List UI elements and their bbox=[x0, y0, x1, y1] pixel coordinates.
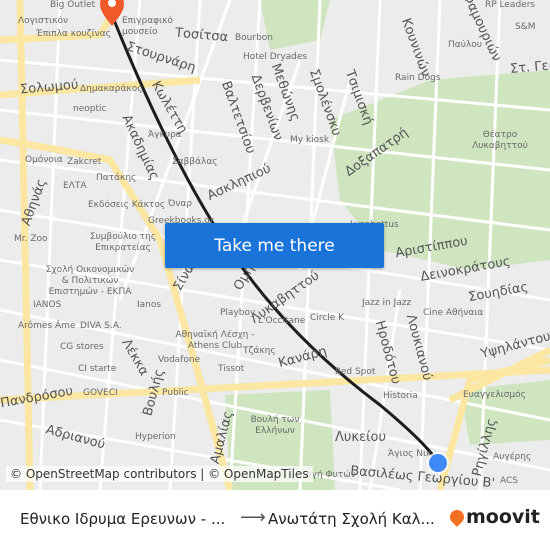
place-label: Θέατρο Λυκαβηττού bbox=[472, 130, 528, 151]
place-label: L'Occitane bbox=[258, 316, 306, 326]
place-label: DIVA S.A. bbox=[80, 321, 122, 331]
place-label: Playboy bbox=[220, 308, 256, 318]
place-label: Ευαγγελισμός bbox=[463, 390, 526, 400]
place-label: Mr. Zoo bbox=[14, 234, 48, 244]
place-label: Rain Dogs bbox=[395, 73, 441, 83]
place-label: IANOS bbox=[33, 300, 62, 310]
place-label: Bourbon bbox=[235, 33, 274, 43]
route-footer: Εθνικο Ιδρυμα Ερευνων - ... ⟶ Ανωτάτη Σχ… bbox=[0, 490, 550, 550]
place-label: Τζάκης bbox=[243, 346, 276, 356]
place-label: Εκδόσεις Κάκτος bbox=[88, 200, 166, 210]
destination-stop-name: Ανωτάτη Σχολή Καλ... bbox=[268, 510, 435, 528]
place-label: Άγκυρα bbox=[148, 130, 182, 140]
place-label: neoptic bbox=[73, 104, 107, 114]
place-label: Σαββάλας bbox=[172, 157, 218, 167]
place-label: Ianos bbox=[137, 300, 162, 310]
place-label: Big Outlet bbox=[50, 0, 96, 10]
place-label: S&M bbox=[515, 22, 536, 32]
place-label: Λογιστικόν bbox=[18, 16, 69, 26]
place-label: Σχολή Οικονομικών & Πολιτικών Επιστημών … bbox=[45, 265, 135, 297]
place-label: ACS bbox=[500, 476, 518, 486]
place-label: GOVECI bbox=[83, 388, 118, 398]
place-label: Όναρ bbox=[168, 199, 192, 209]
place-label: Jazz in Jazz bbox=[362, 298, 412, 308]
moovit-wordmark: moovit bbox=[466, 506, 540, 528]
place-label: Πατάκης bbox=[96, 173, 137, 183]
place-label: CG stores bbox=[60, 342, 104, 352]
place-label: Άγιος Νικ bbox=[388, 449, 432, 459]
place-label: Δημακαράκος bbox=[80, 84, 143, 94]
place-label: Συμβούλιο της Επικρατείας bbox=[89, 232, 157, 253]
place-label: Cine Αθήναια bbox=[423, 308, 484, 318]
place-label: Vodafone bbox=[158, 355, 201, 365]
place-label: Hotel Dryades bbox=[243, 52, 308, 62]
take-me-there-button[interactable]: Take me there bbox=[165, 223, 384, 268]
place-label: Arômes Âme bbox=[18, 321, 76, 331]
place-label: Ομόνοια bbox=[25, 155, 63, 165]
moovit-pin-icon bbox=[447, 507, 467, 527]
origin-stop-name: Εθνικο Ιδρυμα Ερευνων - ... bbox=[20, 510, 226, 528]
place-label: Historia bbox=[383, 391, 418, 401]
place-label: Zakcret bbox=[67, 157, 102, 167]
map[interactable]: Σολωμού Στουρνάρη Τοσίτσα Κωλέττη Ακαδημ… bbox=[0, 0, 550, 490]
place-label: Επιγραφικό μουσείο bbox=[122, 16, 173, 37]
place-label: RP Leaders bbox=[485, 0, 536, 10]
place-label: ΕΛΤΑ bbox=[63, 181, 87, 191]
place-label: Tissot bbox=[218, 364, 245, 374]
place-label: Παύλου bbox=[448, 40, 482, 50]
place-label: Βουλή των Ελλήνων bbox=[250, 415, 300, 436]
map-attribution[interactable]: © OpenStreetMap contributors | © OpenMap… bbox=[6, 466, 313, 482]
place-label: Public bbox=[162, 388, 189, 398]
place-label: My kiosk bbox=[290, 135, 330, 145]
arrow-right-icon: ⟶ bbox=[240, 507, 266, 528]
moovit-logo: moovit bbox=[447, 506, 540, 528]
place-label: Red Spot bbox=[335, 367, 376, 377]
place-label: Αυγέρης bbox=[493, 452, 532, 462]
place-label: Hyperion bbox=[135, 432, 176, 442]
place-label: Έπιπλα κουζίνας bbox=[36, 29, 111, 39]
place-label: CI starte bbox=[78, 364, 117, 374]
place-label: Circle K bbox=[310, 313, 345, 323]
street-label: Λυκείου bbox=[335, 430, 386, 445]
